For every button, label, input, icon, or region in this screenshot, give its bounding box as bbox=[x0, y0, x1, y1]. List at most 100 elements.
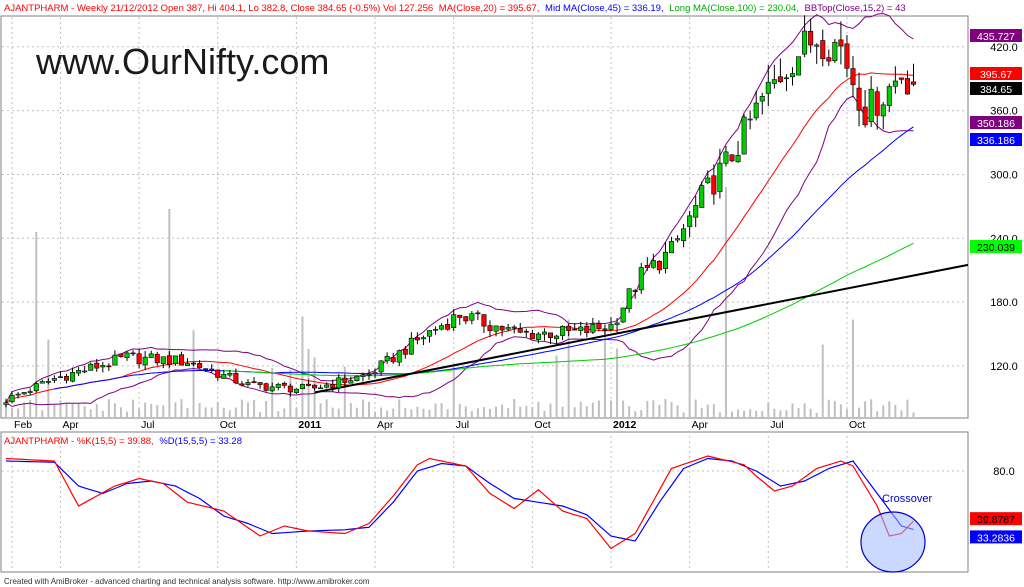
price-badge-label: 395.67 bbox=[980, 69, 1012, 81]
candle-body bbox=[541, 331, 547, 335]
candle-body bbox=[814, 44, 820, 47]
candle-body bbox=[57, 376, 63, 379]
candle-body bbox=[826, 57, 832, 62]
candle-body bbox=[112, 354, 118, 366]
candle-body bbox=[88, 363, 94, 371]
candle-body bbox=[239, 383, 245, 386]
candle-body bbox=[275, 383, 281, 388]
candle-body bbox=[808, 30, 814, 46]
candle-body bbox=[354, 375, 360, 381]
price-tick-label: 420.0 bbox=[990, 42, 1018, 54]
candle-body bbox=[560, 325, 566, 336]
candle-body bbox=[584, 325, 590, 334]
time-axis-label: 2012 bbox=[613, 419, 637, 431]
candle-body bbox=[771, 79, 777, 84]
candle-body bbox=[572, 328, 578, 331]
candle-body bbox=[402, 348, 408, 355]
candle-body bbox=[445, 324, 451, 330]
price-tick-label: 360.0 bbox=[990, 106, 1018, 118]
candle-body bbox=[578, 326, 584, 331]
candle-body bbox=[312, 384, 318, 389]
candle-body bbox=[596, 323, 602, 329]
candle-body bbox=[838, 39, 844, 47]
time-axis-label: Jul bbox=[141, 419, 154, 431]
candle-body bbox=[433, 328, 439, 331]
candle-body bbox=[741, 116, 747, 155]
candle-body bbox=[27, 391, 33, 393]
candle-body bbox=[723, 151, 729, 164]
candle-body bbox=[681, 228, 687, 242]
price-tick-label: 180.0 bbox=[990, 297, 1018, 309]
stock-chart: 420.0360.0300.0240.0180.0120.080.0Feb Apr… bbox=[0, 0, 1024, 587]
candle-body bbox=[439, 325, 445, 330]
candle-body bbox=[281, 382, 287, 386]
osc-title-d: %D(15,5,5) = 33.28 bbox=[159, 436, 242, 447]
candle-body bbox=[64, 376, 70, 381]
candle-body bbox=[451, 314, 457, 328]
candle-body bbox=[360, 374, 366, 377]
chart-background bbox=[0, 0, 1024, 587]
candle-body bbox=[735, 154, 741, 163]
candle-body bbox=[632, 290, 638, 292]
candle-body bbox=[602, 328, 608, 331]
title-ma45: Mid MA(Close,45) = 336.19, bbox=[545, 3, 664, 14]
candle-body bbox=[856, 87, 862, 111]
candle-body bbox=[203, 368, 209, 371]
candle-body bbox=[668, 241, 674, 254]
candle-body bbox=[626, 288, 632, 310]
candle-body bbox=[414, 337, 420, 341]
candle-body bbox=[789, 73, 795, 78]
candle-body bbox=[802, 30, 808, 55]
candle-body bbox=[3, 402, 9, 405]
time-axis-label: Oct bbox=[220, 419, 236, 431]
candle-body bbox=[9, 394, 15, 403]
candle-body bbox=[257, 382, 263, 385]
candle-body bbox=[166, 355, 172, 365]
candle-body bbox=[662, 251, 668, 269]
footer-credit: Created with AmiBroker - advanced charti… bbox=[4, 577, 370, 586]
candle-body bbox=[880, 104, 886, 117]
candle-body bbox=[499, 326, 505, 331]
candle-body bbox=[511, 326, 517, 329]
candle-body bbox=[142, 356, 148, 366]
candle-body bbox=[197, 363, 203, 369]
candle-body bbox=[717, 162, 723, 192]
price-badge-label: 350.186 bbox=[977, 118, 1015, 130]
candle-body bbox=[172, 355, 178, 365]
candle-body bbox=[33, 383, 39, 392]
candle-body bbox=[753, 102, 759, 119]
candle-body bbox=[675, 238, 681, 241]
candle-body bbox=[687, 215, 693, 227]
candle-body bbox=[154, 353, 160, 364]
candle-body bbox=[384, 355, 390, 362]
candle-body bbox=[408, 337, 414, 355]
candle-body bbox=[100, 365, 106, 368]
candle-body bbox=[566, 325, 572, 331]
title-ma100: Long MA(Close,100) = 230.04, bbox=[669, 3, 799, 14]
candle-body bbox=[191, 362, 197, 365]
candle-body bbox=[832, 41, 838, 62]
candle-body bbox=[729, 154, 735, 162]
candle-body bbox=[209, 368, 215, 371]
candle-body bbox=[796, 56, 802, 76]
candle-body bbox=[463, 316, 469, 322]
candle-body bbox=[457, 314, 463, 318]
candle-body bbox=[608, 323, 614, 330]
candle-body bbox=[396, 350, 402, 363]
candle-body bbox=[348, 380, 354, 384]
candle-body bbox=[45, 381, 51, 383]
candle-body bbox=[529, 333, 535, 340]
candle-body bbox=[554, 335, 560, 340]
candle-body bbox=[711, 175, 717, 195]
candle-body bbox=[82, 370, 88, 373]
candle-body bbox=[590, 324, 596, 333]
time-axis-label: Apr bbox=[377, 419, 394, 431]
candle-body bbox=[94, 362, 100, 369]
candle-body bbox=[336, 377, 342, 389]
candle-body bbox=[293, 388, 299, 394]
candle-body bbox=[517, 328, 523, 333]
candle-body bbox=[886, 86, 892, 106]
time-axis-label: Oct bbox=[534, 419, 550, 431]
candle-body bbox=[124, 352, 130, 358]
osc-badge-label: 39.8787 bbox=[977, 514, 1015, 526]
